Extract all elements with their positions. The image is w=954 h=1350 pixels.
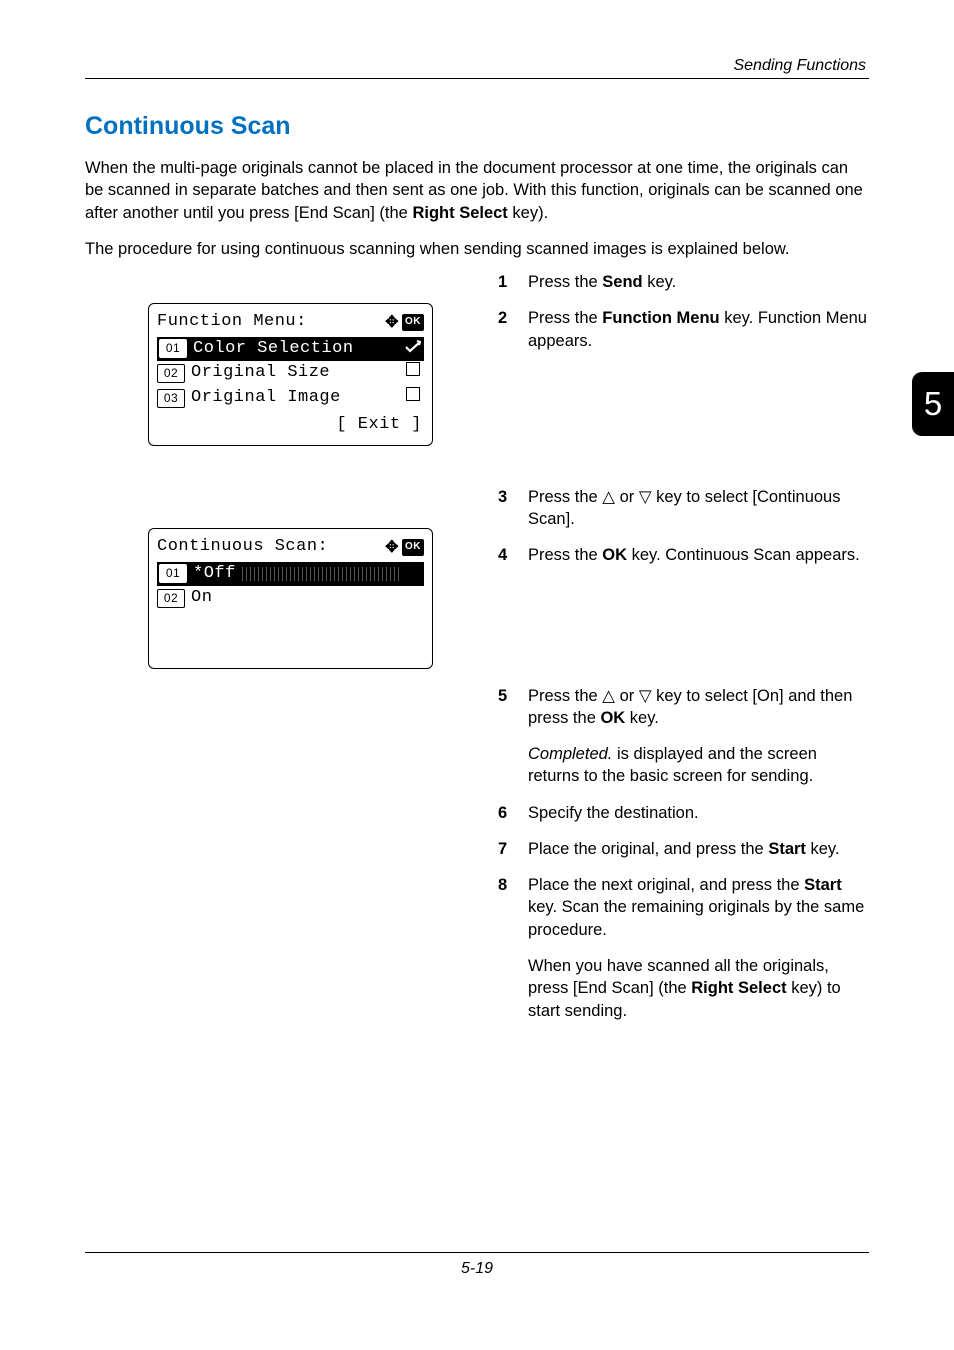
t: Place the original, and press the bbox=[528, 840, 768, 858]
t: Press the bbox=[528, 273, 602, 291]
step-5: 5 Press the △ or ▽ key to select [On] an… bbox=[498, 685, 868, 788]
t: Press the bbox=[528, 546, 602, 564]
step-6: 6 Specify the destination. bbox=[498, 802, 868, 824]
step-3: 3 Press the △ or ▽ key to select [Contin… bbox=[498, 486, 868, 531]
checkbox-icon bbox=[406, 387, 420, 401]
lcd-function-menu: Function Menu: ✥OK 01 Color Selection 02… bbox=[148, 303, 433, 446]
step-number: 2 bbox=[498, 307, 528, 352]
header-rule bbox=[85, 78, 869, 79]
page-heading: Continuous Scan bbox=[85, 110, 291, 144]
up-triangle-icon: △ bbox=[602, 488, 615, 506]
checkbox-icon bbox=[406, 362, 420, 376]
row-label: Original Size bbox=[191, 361, 396, 386]
step-text: Press the Send key. bbox=[528, 271, 868, 293]
t: Start bbox=[804, 876, 842, 894]
t: key. Continuous Scan appears. bbox=[627, 546, 860, 564]
step-number: 6 bbox=[498, 802, 528, 824]
step-text: Press the △ or ▽ key to select [Continuo… bbox=[528, 486, 868, 531]
lcd-row-selected: 01 Color Selection bbox=[157, 337, 424, 362]
t: Right Select bbox=[691, 979, 786, 997]
t: OK bbox=[600, 709, 625, 727]
row-label: *Off bbox=[193, 562, 236, 587]
lcd-row: 03 Original Image bbox=[157, 386, 424, 411]
running-header: Sending Functions bbox=[733, 55, 866, 77]
step-number: 3 bbox=[498, 486, 528, 531]
page-number: 5-19 bbox=[0, 1258, 954, 1280]
intro-block: When the multi-page originals cannot be … bbox=[85, 157, 866, 274]
intro-p1: When the multi-page originals cannot be … bbox=[85, 157, 866, 224]
step-text: Press the Function Menu key. Function Me… bbox=[528, 307, 868, 352]
t: Completed. bbox=[528, 745, 612, 763]
lcd-continuous-scan: Continuous Scan: ✥OK 01 *Off 02 On bbox=[148, 528, 433, 669]
chapter-tab: 5 bbox=[912, 372, 954, 436]
text: key). bbox=[508, 204, 548, 222]
steps-list: 1 Press the Send key. 2 Press the Functi… bbox=[498, 271, 868, 1036]
row-number-badge: 02 bbox=[157, 589, 185, 608]
step-7: 7 Place the original, and press the Star… bbox=[498, 838, 868, 860]
down-triangle-icon: ▽ bbox=[639, 687, 652, 705]
lcd-blank-row bbox=[157, 611, 424, 636]
t: Press the bbox=[528, 309, 602, 327]
text-bold: Right Select bbox=[412, 204, 507, 222]
step-text: Press the OK key. Continuous Scan appear… bbox=[528, 544, 868, 566]
dpad-ok-icon: ✥OK bbox=[385, 311, 424, 334]
t: key. Scan the remaining originals by the… bbox=[528, 898, 864, 938]
step-8: 8 Place the next original, and press the… bbox=[498, 874, 868, 1022]
t: Place the next original, and press the bbox=[528, 876, 804, 894]
row-label: On bbox=[191, 586, 424, 611]
row-number-badge: 01 bbox=[159, 339, 187, 358]
step-number: 4 bbox=[498, 544, 528, 566]
t: Function Menu bbox=[602, 309, 719, 327]
lcd-row: 02 On bbox=[157, 586, 424, 611]
row-label: Color Selection bbox=[193, 337, 398, 362]
step-text: Press the △ or ▽ key to select [On] and … bbox=[528, 685, 868, 730]
step-4: 4 Press the OK key. Continuous Scan appe… bbox=[498, 544, 868, 566]
t: Start bbox=[768, 840, 806, 858]
t: OK bbox=[602, 546, 627, 564]
row-number-badge: 03 bbox=[157, 389, 185, 408]
t: or bbox=[615, 687, 639, 705]
step-number: 5 bbox=[498, 685, 528, 788]
lcd-title: Function Menu: bbox=[157, 310, 307, 335]
lcd-title: Continuous Scan: bbox=[157, 535, 328, 560]
step-text: When you have scanned all the originals,… bbox=[528, 955, 868, 1022]
footer-rule bbox=[85, 1252, 869, 1253]
lcd-blank-row bbox=[157, 636, 424, 661]
step-number: 8 bbox=[498, 874, 528, 1022]
t: key. bbox=[643, 273, 677, 291]
up-triangle-icon: △ bbox=[602, 687, 615, 705]
row-number-badge: 01 bbox=[159, 564, 187, 583]
step-text: Specify the destination. bbox=[528, 802, 868, 824]
step-2: 2 Press the Function Menu key. Function … bbox=[498, 307, 868, 352]
step-number: 1 bbox=[498, 271, 528, 293]
step-text: Place the next original, and press the S… bbox=[528, 874, 868, 941]
step-1: 1 Press the Send key. bbox=[498, 271, 868, 293]
t: key. bbox=[806, 840, 840, 858]
t: Press the bbox=[528, 687, 602, 705]
lcd-row-selected: 01 *Off bbox=[157, 562, 424, 587]
selection-hatch bbox=[242, 567, 402, 581]
lcd-softkey: [ Exit ] bbox=[157, 413, 424, 438]
intro-p2: The procedure for using continuous scann… bbox=[85, 238, 866, 260]
step-number: 7 bbox=[498, 838, 528, 860]
t: key. bbox=[625, 709, 659, 727]
t: Press the bbox=[528, 488, 602, 506]
step-text: Place the original, and press the Start … bbox=[528, 838, 868, 860]
down-triangle-icon: ▽ bbox=[639, 488, 652, 506]
check-icon bbox=[404, 337, 422, 362]
row-number-badge: 02 bbox=[157, 364, 185, 383]
lcd-row: 02 Original Size bbox=[157, 361, 424, 386]
t: or bbox=[615, 488, 639, 506]
row-label: Original Image bbox=[191, 386, 396, 411]
t: Send bbox=[602, 273, 642, 291]
dpad-ok-icon: ✥OK bbox=[385, 536, 424, 559]
step-text: Completed. is displayed and the screen r… bbox=[528, 743, 868, 788]
